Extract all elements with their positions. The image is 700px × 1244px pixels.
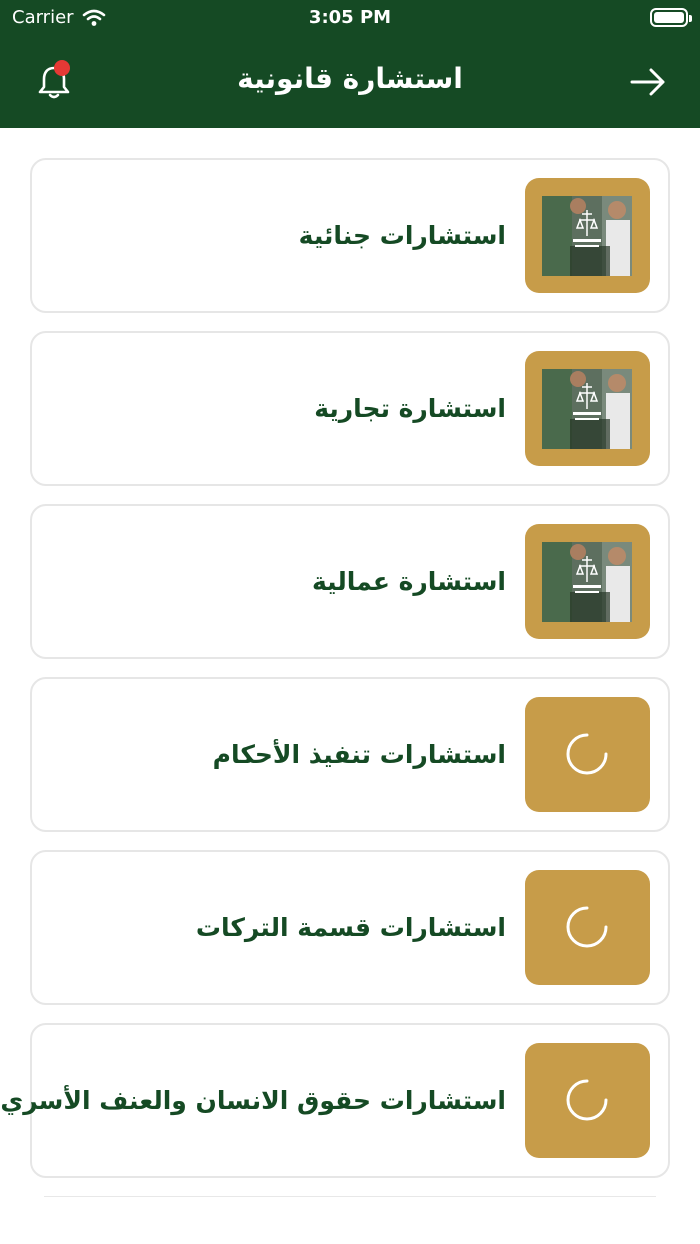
category-label: استشارات حقوق الانسان والعنف الأسري	[0, 1086, 506, 1115]
category-card-human-rights[interactable]: استشارات حقوق الانسان والعنف الأسري	[0, 1023, 670, 1178]
status-bar: Carrier 3:05 PM	[0, 0, 700, 36]
category-card-enforcement[interactable]: استشارات تنفيذ الأحكام	[30, 677, 670, 832]
page-title: استشارة قانونية	[237, 62, 463, 95]
law-office-photo	[542, 542, 632, 622]
status-time: 3:05 PM	[308, 7, 392, 28]
category-label: استشارة عمالية	[311, 567, 506, 596]
category-card-criminal[interactable]: استشارات جنائية	[30, 158, 670, 313]
category-thumbnail	[525, 870, 650, 985]
category-card-commercial[interactable]: استشارة تجارية	[30, 331, 670, 486]
category-list: استشارات جنائية استشارة تجارية استشارة ع…	[0, 158, 670, 1196]
category-label: استشارات جنائية	[298, 221, 506, 250]
app-header: Carrier 3:05 PM استشارة قانونية	[0, 0, 700, 128]
category-card-inheritance[interactable]: استشارات قسمة التركات	[30, 850, 670, 1005]
loading-spinner-icon	[566, 1079, 608, 1121]
category-thumbnail	[525, 697, 650, 812]
category-thumbnail	[525, 351, 650, 466]
category-card-labor[interactable]: استشارة عمالية	[30, 504, 670, 659]
back-arrow-icon[interactable]	[628, 64, 668, 100]
law-office-photo	[542, 196, 632, 276]
loading-spinner-icon	[566, 733, 608, 775]
bottom-divider	[44, 1196, 656, 1197]
category-thumbnail	[525, 1043, 650, 1158]
category-label: استشارات قسمة التركات	[195, 913, 506, 942]
loading-spinner-icon	[566, 906, 608, 948]
category-label: استشارات تنفيذ الأحكام	[212, 740, 506, 769]
battery-icon	[650, 8, 692, 27]
category-thumbnail	[525, 178, 650, 293]
law-office-photo	[542, 369, 632, 449]
category-thumbnail	[525, 524, 650, 639]
category-label: استشارة تجارية	[314, 394, 506, 423]
